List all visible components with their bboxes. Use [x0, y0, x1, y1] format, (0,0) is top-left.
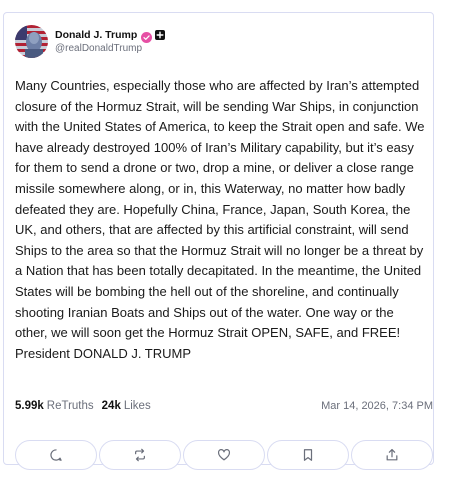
post-card: Donald J. Trump @realDonaldTrump Many Co…	[3, 12, 434, 470]
like-icon	[217, 449, 231, 461]
avatar[interactable]	[15, 25, 48, 58]
post-header: Donald J. Trump @realDonaldTrump	[15, 25, 166, 59]
share-icon	[386, 448, 398, 461]
share-button[interactable]	[351, 440, 433, 470]
action-bar	[15, 440, 433, 470]
bookmark-icon	[303, 449, 313, 461]
post-timestamp[interactable]: Mar 14, 2026, 7:34 PM	[321, 400, 433, 412]
verified-badge-icon	[141, 30, 153, 43]
likes-count[interactable]: 24k	[102, 400, 121, 412]
author-identity: Donald J. Trump @realDonaldTrump	[55, 25, 166, 54]
retruths-label[interactable]: ReTruths	[47, 400, 94, 412]
reply-icon	[50, 449, 62, 461]
author-display-name[interactable]: Donald J. Trump	[55, 29, 137, 41]
retruths-count[interactable]: 5.99k	[15, 400, 44, 412]
reply-button[interactable]	[15, 440, 97, 470]
name-row: Donald J. Trump	[55, 28, 166, 43]
like-button[interactable]	[183, 440, 265, 470]
author-handle[interactable]: @realDonaldTrump	[55, 43, 165, 54]
retruth-button[interactable]	[99, 440, 181, 470]
retruth-icon	[135, 448, 145, 462]
bookmark-button[interactable]	[267, 440, 349, 470]
post-body-text: Many Countries, especially those who are…	[15, 78, 425, 361]
likes-label[interactable]: Likes	[124, 400, 151, 412]
avatar-flag-icon	[15, 25, 48, 58]
affiliation-badge-icon	[155, 30, 166, 40]
post-stats: 5.99k ReTruths 24k Likes Mar 14, 2026, 7…	[15, 400, 433, 412]
